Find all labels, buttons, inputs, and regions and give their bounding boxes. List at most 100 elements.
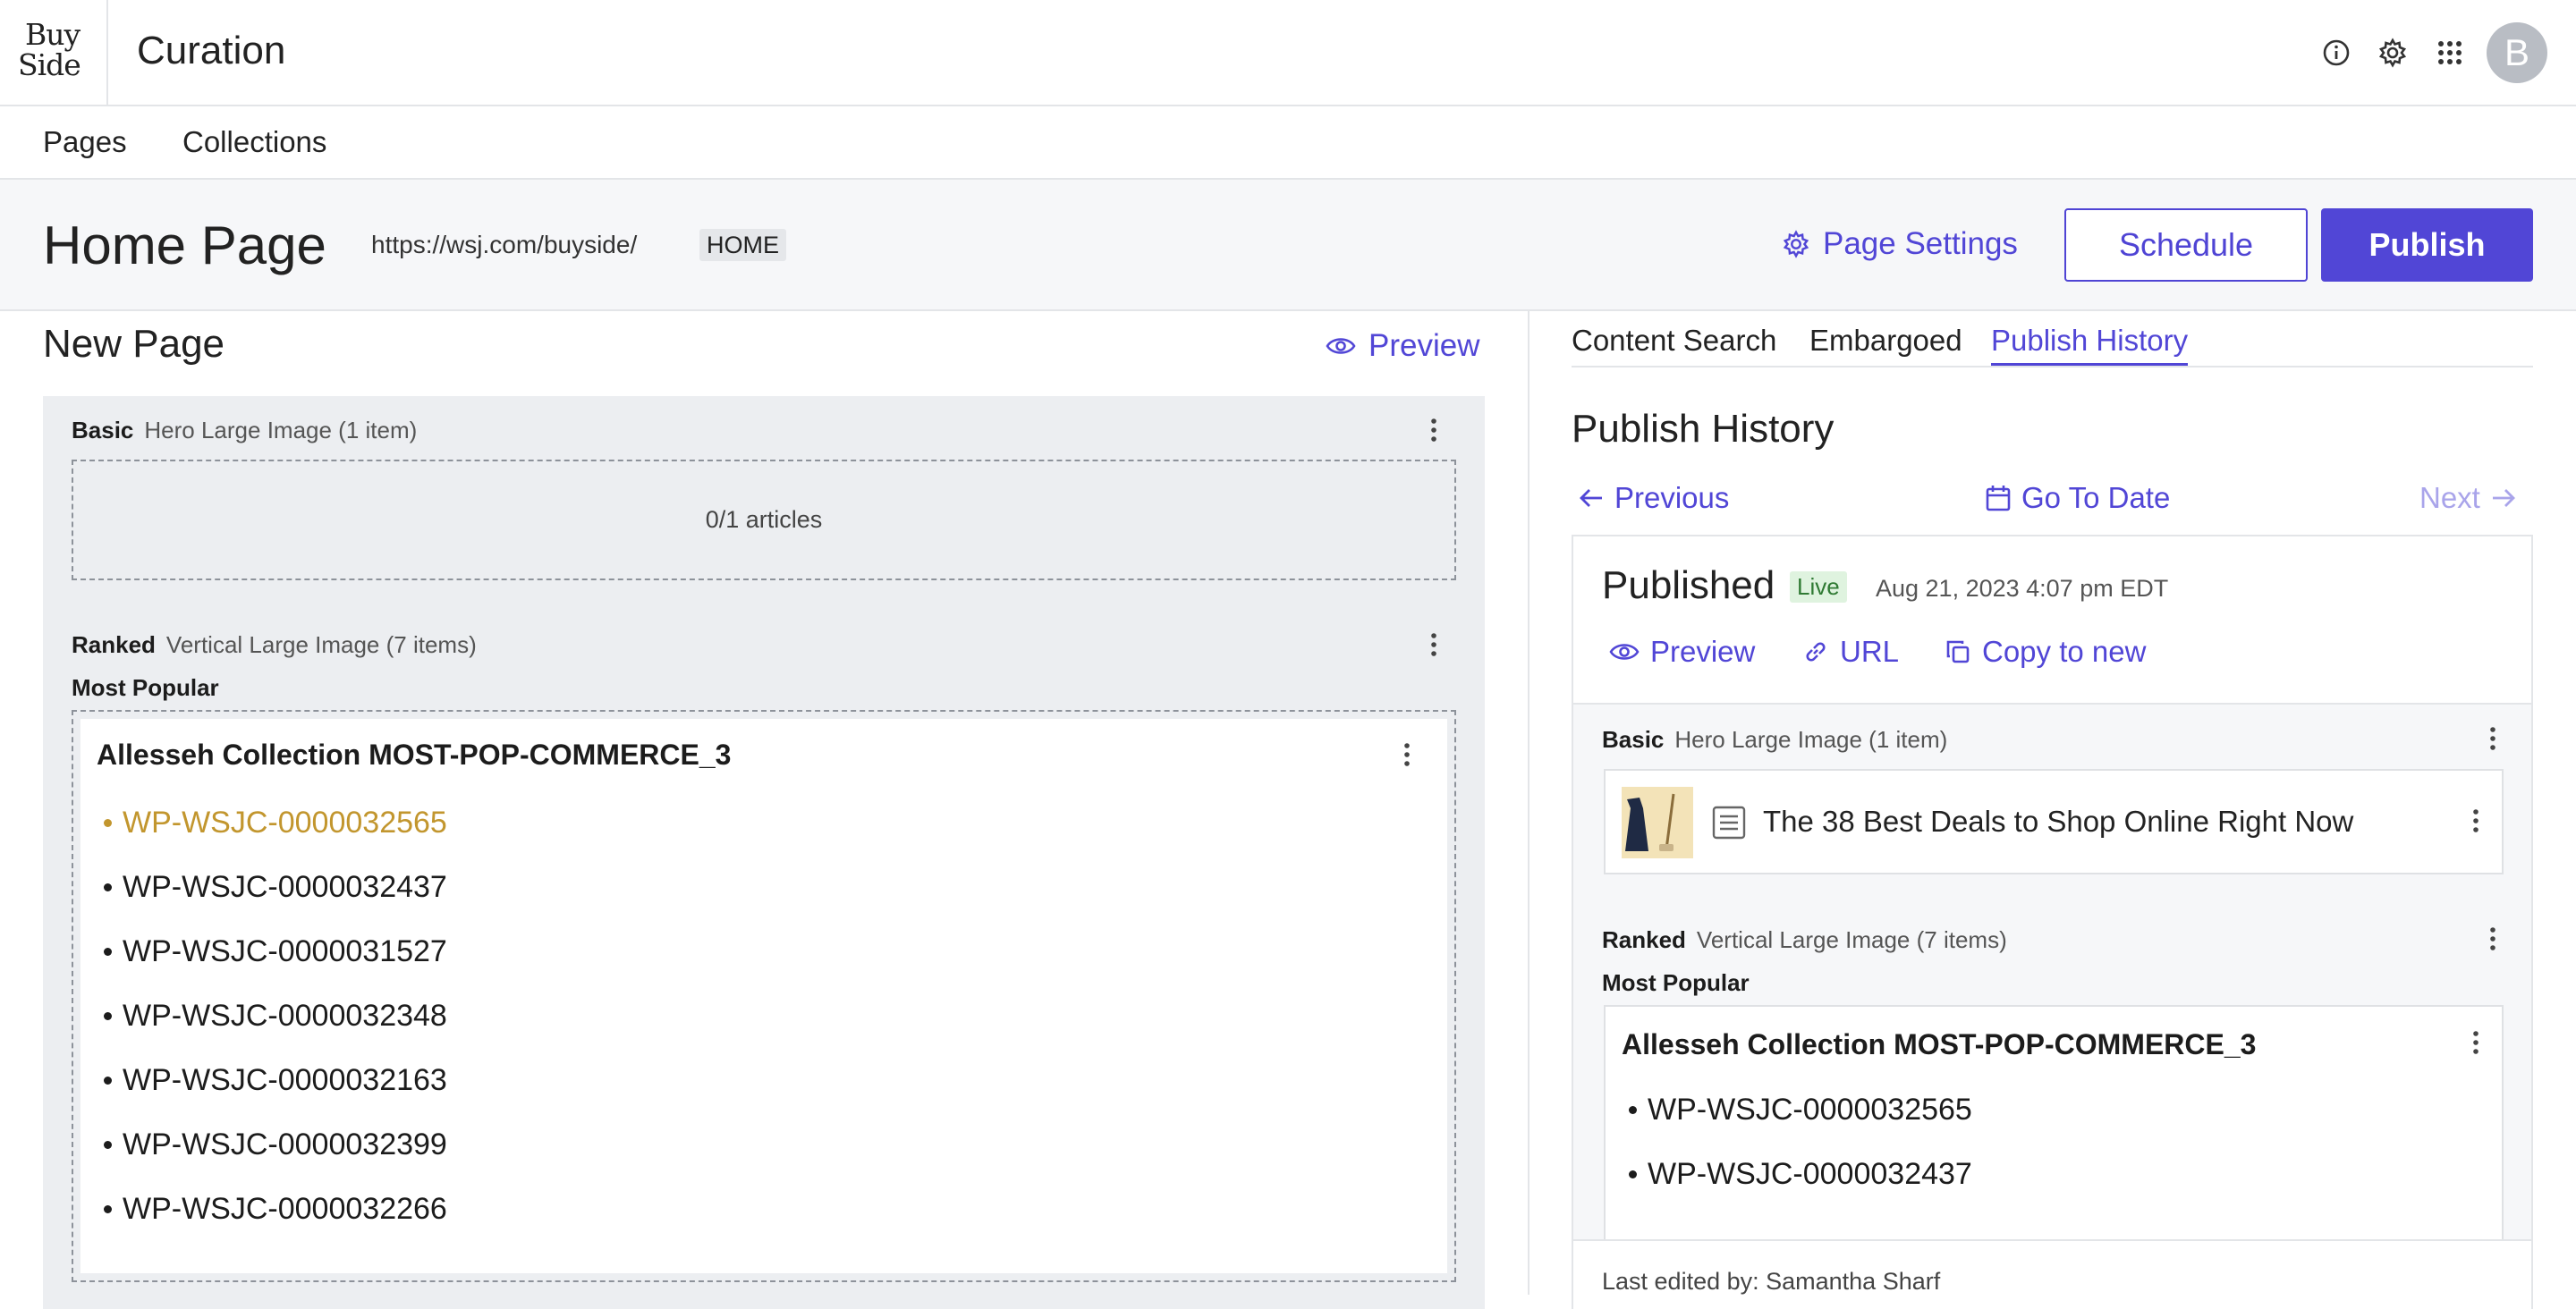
calendar-icon xyxy=(1986,485,2011,511)
editor-preview-button[interactable]: Preview xyxy=(1326,328,1479,364)
kebab-icon[interactable] xyxy=(1420,414,1447,446)
copy-icon xyxy=(1945,638,1971,665)
list-item-label: WP-WSJC-0000032565 xyxy=(1648,1093,1972,1127)
list-item-label: WP-WSJC-0000032348 xyxy=(123,999,447,1033)
hero-drop-zone[interactable]: 0/1 articles xyxy=(72,460,1456,580)
bullet xyxy=(104,819,112,827)
kebab-icon[interactable] xyxy=(2462,1026,2489,1059)
list-item-label: WP-WSJC-0000031527 xyxy=(123,934,447,968)
nav-pages[interactable]: Pages xyxy=(43,125,127,159)
tab-content-search[interactable]: Content Search xyxy=(1572,324,1776,363)
copy-to-new-button[interactable]: Copy to new xyxy=(1945,635,2146,669)
avatar[interactable]: B xyxy=(2487,22,2547,83)
collection-drop-zone[interactable]: Allesseh Collection MOST-POP-COMMERCE_3 … xyxy=(72,710,1456,1282)
page-title: Home Page xyxy=(43,215,326,275)
kebab-icon[interactable] xyxy=(1420,629,1447,661)
nav-collections[interactable]: Collections xyxy=(182,125,326,159)
entry-modules: Basic Hero Large Image (1 item) The 38 Be… xyxy=(1573,703,2531,1239)
entry-url-button[interactable]: URL xyxy=(1802,635,1899,669)
editor-title: New Page xyxy=(43,322,225,366)
module-label: Basic Hero Large Image (1 item) xyxy=(72,417,417,444)
bullet xyxy=(104,1205,112,1213)
article-card[interactable]: The 38 Best Deals to Shop Online Right N… xyxy=(1604,769,2504,874)
article-doc-icon xyxy=(1711,805,1747,840)
sub-nav xyxy=(0,106,2576,180)
previous-label: Previous xyxy=(1614,481,1730,514)
bullet xyxy=(104,1012,112,1020)
logo[interactable]: Buy Side xyxy=(0,0,108,106)
editor-preview-label: Preview xyxy=(1368,328,1480,363)
module-type: Ranked xyxy=(1602,926,1686,953)
top-bar xyxy=(0,0,2576,106)
module-heading: Most Popular xyxy=(72,674,219,701)
go-to-date-button[interactable]: Go To Date xyxy=(1986,481,2170,515)
collection-card: Allesseh Collection MOST-POP-COMMERCE_3 … xyxy=(1604,1005,2504,1239)
list-item[interactable]: WP-WSJC-0000032437 xyxy=(1629,1157,1972,1192)
list-item-label: WP-WSJC-0000032565 xyxy=(123,806,447,840)
last-edited: Last edited by: Samantha Sharf xyxy=(1602,1268,1941,1295)
entry-url-label: URL xyxy=(1840,635,1900,668)
list-item[interactable]: WP-WSJC-0000031527 xyxy=(104,934,447,969)
list-item[interactable]: WP-WSJC-0000032266 xyxy=(104,1192,447,1227)
bullet xyxy=(1629,1106,1637,1114)
module-heading: Most Popular xyxy=(1602,969,1750,996)
logo-line-2: Side xyxy=(18,47,81,82)
article-title: The 38 Best Deals to Shop Online Right N… xyxy=(1763,805,2354,838)
bullet xyxy=(104,1077,112,1085)
panel-divider xyxy=(1528,311,1530,1295)
list-item[interactable]: WP-WSJC-0000032348 xyxy=(104,999,447,1034)
entry-preview-label: Preview xyxy=(1650,635,1756,668)
publish-button[interactable]: Publish xyxy=(2321,208,2533,282)
list-item-label: WP-WSJC-0000032437 xyxy=(123,870,447,904)
collection-title: Allesseh Collection MOST-POP-COMMERCE_3 xyxy=(97,739,732,771)
module-label: Ranked Vertical Large Image (7 items) xyxy=(1602,926,2007,954)
info-icon[interactable] xyxy=(2317,33,2356,72)
article-thumbnail xyxy=(1622,787,1693,858)
kebab-icon[interactable] xyxy=(2479,722,2506,755)
list-item[interactable]: WP-WSJC-0000032163 xyxy=(104,1063,447,1098)
list-item-label: WP-WSJC-0000032399 xyxy=(123,1127,447,1161)
page-url[interactable]: https://wsj.com/buyside/ xyxy=(371,231,637,259)
bullet xyxy=(104,1141,112,1149)
editor-panel: Basic Hero Large Image (1 item) 0/1 artic… xyxy=(43,396,1485,1309)
publish-status: Published xyxy=(1602,563,1775,607)
publish-date: Aug 21, 2023 4:07 pm EDT xyxy=(1876,575,2169,602)
module-layout: Hero Large Image (1 item) xyxy=(1674,726,1948,753)
module-label: Basic Hero Large Image (1 item) xyxy=(1602,726,1947,754)
kebab-icon[interactable] xyxy=(2462,805,2489,837)
gear-icon[interactable] xyxy=(2373,33,2412,72)
list-item-label: WP-WSJC-0000032266 xyxy=(123,1192,447,1226)
list-item[interactable]: WP-WSJC-0000032399 xyxy=(104,1127,447,1162)
bullet xyxy=(104,948,112,956)
list-item[interactable]: WP-WSJC-0000032565 xyxy=(104,806,447,840)
entry-footer: Last edited by: Samantha Sharf xyxy=(1573,1239,2531,1309)
go-to-date-label: Go To Date xyxy=(2021,481,2171,514)
list-item-label: WP-WSJC-0000032163 xyxy=(123,1063,447,1097)
arrow-left-icon xyxy=(1579,487,1604,509)
list-item-label: WP-WSJC-0000032437 xyxy=(1648,1157,1972,1191)
bullet xyxy=(104,883,112,891)
kebab-icon[interactable] xyxy=(2479,923,2506,955)
kebab-icon[interactable] xyxy=(1394,739,1420,771)
module-type: Basic xyxy=(1602,726,1665,753)
page-settings-button[interactable]: Page Settings xyxy=(1782,226,2018,262)
next-button[interactable]: Next xyxy=(2419,481,2516,515)
tab-publish-history[interactable]: Publish History xyxy=(1991,324,2189,367)
app-title: Curation xyxy=(137,29,286,72)
publish-history-entry: Published Live Aug 21, 2023 4:07 pm EDT … xyxy=(1572,535,2533,1309)
schedule-button[interactable]: Schedule xyxy=(2064,208,2308,282)
list-item[interactable]: WP-WSJC-0000032437 xyxy=(104,870,447,905)
previous-button[interactable]: Previous xyxy=(1579,481,1729,515)
link-icon xyxy=(1802,638,1829,665)
module-layout: Vertical Large Image (7 items) xyxy=(1696,926,2007,953)
list-item[interactable]: WP-WSJC-0000032565 xyxy=(1629,1093,1972,1127)
apps-grid-icon[interactable] xyxy=(2430,33,2470,72)
arrow-right-icon xyxy=(2491,487,2516,509)
entry-preview-button[interactable]: Preview xyxy=(1609,635,1755,669)
eye-icon xyxy=(1609,641,1640,663)
articles-count: 0/1 articles xyxy=(705,506,823,533)
tab-embargoed[interactable]: Embargoed xyxy=(1809,324,1962,363)
module-label: Ranked Vertical Large Image (7 items) xyxy=(72,631,477,659)
eye-icon xyxy=(1326,335,1356,357)
tabs-divider xyxy=(1572,366,2533,367)
